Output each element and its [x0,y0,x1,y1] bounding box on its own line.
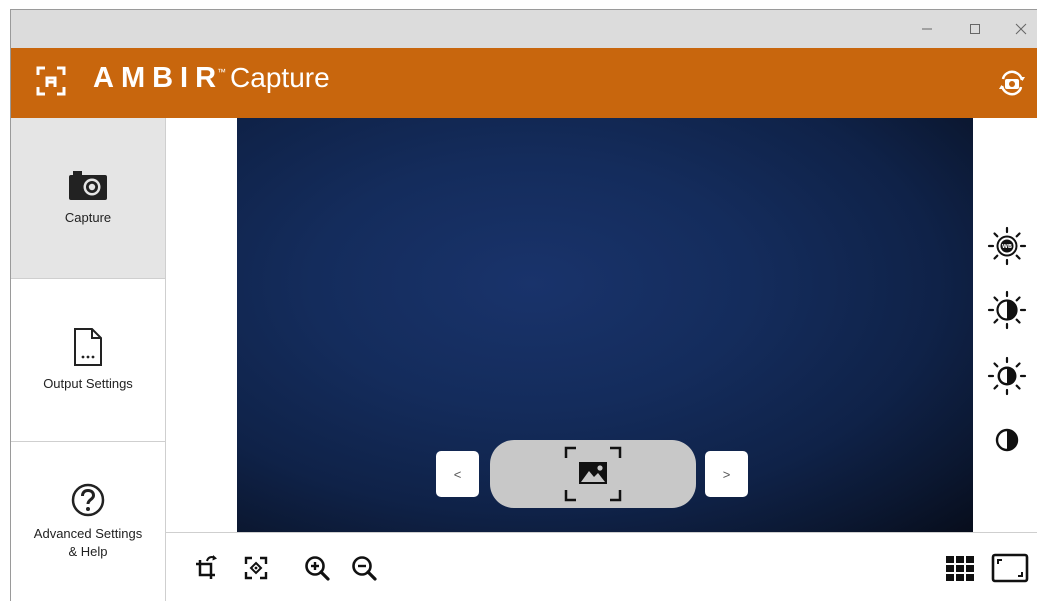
brand-name: AMBIR [93,62,224,94]
grid-icon [946,556,974,581]
preview-area: < > [166,118,1037,532]
contrast-icon [995,428,1019,452]
autofocus-button[interactable] [241,553,271,583]
exposure-button[interactable] [979,356,1035,396]
capture-button[interactable] [490,440,696,508]
ambir-logo-icon [36,66,66,96]
white-balance-button[interactable]: WB [979,226,1035,266]
maximize-icon [970,24,980,34]
sidebar-item-label: Output Settings [43,376,133,391]
product-name: Capture [230,62,330,93]
sidebar-item-output-settings[interactable]: Output Settings [11,279,165,442]
sidebar-item-label: Capture [64,210,112,225]
next-button[interactable]: > [705,451,748,497]
document-icon [74,328,102,366]
rotate-icon [196,555,217,579]
autofocus-icon [244,556,268,580]
zoom-in-button[interactable] [302,553,332,583]
fullscreen-button[interactable] [990,553,1030,583]
sidebar-item-advanced-settings-help[interactable]: Advanced Settings & Help [11,442,165,601]
title-bar [11,10,1037,48]
grid-view-button[interactable] [945,553,975,583]
svg-text:WB: WB [1002,244,1012,250]
camera-icon [69,171,107,200]
zoom-in-icon [305,556,330,581]
previous-button[interactable]: < [436,451,479,497]
fullscreen-icon [991,553,1029,583]
maximize-button[interactable] [952,10,998,48]
minimize-icon [922,28,932,30]
contrast-button[interactable] [979,420,1035,460]
trademark-symbol: ™ [217,67,227,77]
exposure-icon [987,356,1027,396]
rotate-button[interactable] [192,553,222,583]
app-header: AMBIR ™ Capture [11,48,1037,118]
close-icon [1015,23,1027,35]
switch-camera-icon[interactable] [997,68,1027,98]
brightness-icon [987,290,1027,330]
close-button[interactable] [998,10,1037,48]
zoom-out-icon [352,556,377,581]
app-title: AMBIR ™ Capture [93,62,330,95]
zoom-out-button[interactable] [349,553,379,583]
sidebar: Capture Output Settings Advanced Setting… [11,118,166,601]
app-window: AMBIR ™ Capture Capture Output Settings … [10,9,1037,601]
brightness-button[interactable] [979,290,1035,330]
minimize-button[interactable] [904,10,950,48]
capture-photo-icon [564,446,622,502]
help-icon [71,483,105,517]
bottom-toolbar [166,532,1037,601]
sidebar-item-label: Advanced Settings & Help [33,526,143,559]
sidebar-item-capture[interactable]: Capture [11,118,165,279]
white-balance-icon: WB [987,226,1027,266]
